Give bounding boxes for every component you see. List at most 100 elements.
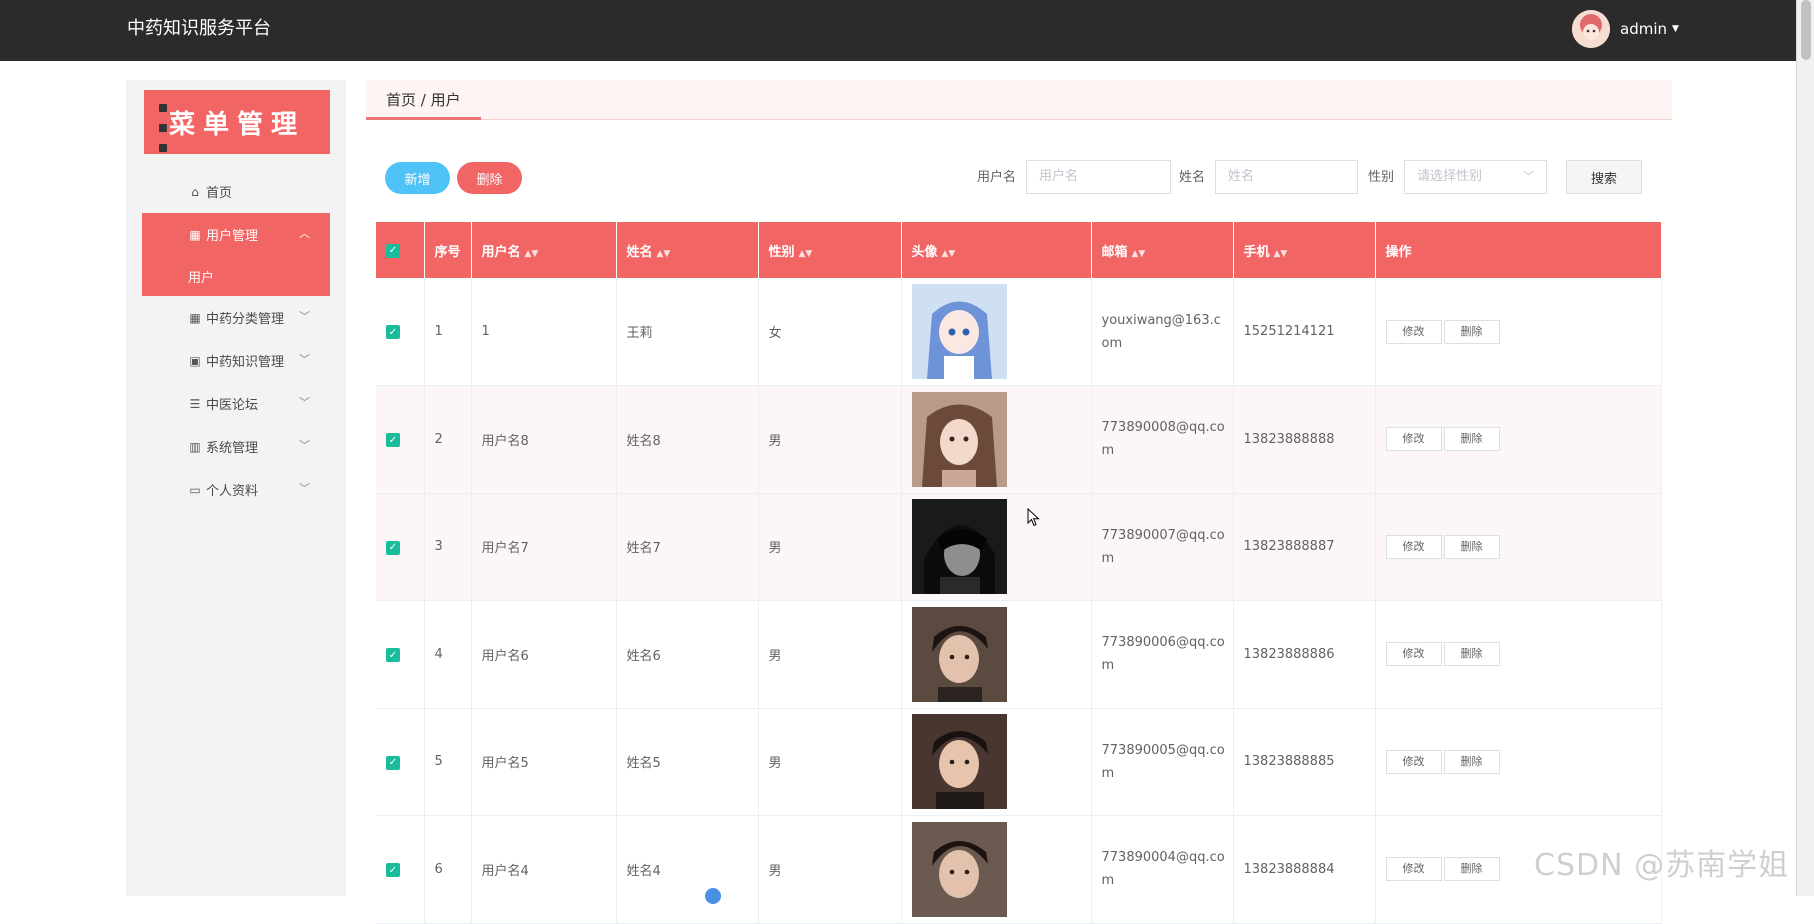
cell-gender: 男 xyxy=(758,600,902,709)
cell-email: 773890007@qq.com xyxy=(1091,493,1234,601)
row-delete-button[interactable]: 删除 xyxy=(1443,534,1500,559)
cell-name: 姓名5 xyxy=(616,708,759,816)
cell-gender: 男 xyxy=(758,815,902,924)
user-menu[interactable]: admin ▼ xyxy=(1572,9,1679,49)
col-phone[interactable]: 手机 ▲▼ xyxy=(1233,222,1376,278)
cell-email: 773890004@qq.com xyxy=(1091,815,1234,924)
sidebar-nav: ⌂ 首页 ▦ 用户管理 ︿ 用户 ▦ 中药分类管理 ﹀ ▣ 中药知识管理 ﹀ ☰… xyxy=(142,170,330,511)
cell-email: youxiwang@163.com xyxy=(1091,278,1234,386)
cell-phone: 15251214121 xyxy=(1233,278,1376,386)
breadcrumb[interactable]: 首页 / 用户 xyxy=(366,80,481,120)
cell-username: 用户名7 xyxy=(471,493,617,601)
menu-title: 菜单管理 xyxy=(144,90,330,154)
cell-phone: 13823888884 xyxy=(1233,815,1376,924)
col-no: 序号 xyxy=(424,222,472,278)
top-bar: 中药知识服务平台 admin ▼ xyxy=(0,0,1796,61)
cell-no: 6 xyxy=(424,815,472,924)
cell-name: 姓名8 xyxy=(616,385,759,494)
row-checkbox[interactable]: ✓ xyxy=(376,708,425,816)
sidebar-item-forum[interactable]: ☰ 中医论坛 ﹀ xyxy=(142,382,330,425)
row-checkbox[interactable]: ✓ xyxy=(376,278,425,386)
sidebar-item-profile[interactable]: ▭ 个人资料 ﹀ xyxy=(142,468,330,511)
row-delete-button[interactable]: 删除 xyxy=(1443,749,1500,774)
edit-button[interactable]: 修改 xyxy=(1385,749,1442,774)
cell-no: 3 xyxy=(424,493,472,601)
chevron-down-icon: ﹀ xyxy=(299,396,310,409)
edit-button[interactable]: 修改 xyxy=(1385,427,1442,452)
search-button[interactable]: 搜索 xyxy=(1566,160,1642,194)
name-filter-input[interactable]: 姓名 xyxy=(1215,160,1358,194)
add-button[interactable]: 新增 xyxy=(385,162,450,194)
sidebar-item-herb-category[interactable]: ▦ 中药分类管理 ﹀ xyxy=(142,296,330,339)
cell-actions: 修改 删除 xyxy=(1375,493,1662,601)
cell-avatar xyxy=(901,278,1092,386)
mouse-cursor-icon xyxy=(1027,507,1041,532)
table-header-row: ✓ 序号 用户名 ▲▼ 姓名 ▲▼ 性别 ▲▼ 头像 ▲▼ 邮箱 ▲▼ 手机 ▲▼ 操作 xyxy=(376,222,1662,278)
edit-button[interactable]: 修改 xyxy=(1385,642,1442,667)
cell-avatar xyxy=(901,385,1092,494)
cell-email: 773890006@qq.com xyxy=(1091,600,1234,709)
col-email[interactable]: 邮箱 ▲▼ xyxy=(1091,222,1234,278)
row-checkbox[interactable]: ✓ xyxy=(376,815,425,924)
sidebar-subitem-user[interactable]: 用户 xyxy=(142,256,330,296)
cell-no: 4 xyxy=(424,600,472,709)
avatar-image xyxy=(911,606,1007,702)
edit-button[interactable]: 修改 xyxy=(1385,857,1442,882)
sidebar-item-user-management[interactable]: ▦ 用户管理 ︿ xyxy=(142,213,330,256)
avatar-image xyxy=(911,499,1007,595)
username: admin xyxy=(1620,20,1667,38)
chevron-down-icon: ﹀ xyxy=(299,353,310,366)
image-icon: ▣ xyxy=(189,353,201,368)
name-filter-label: 姓名 xyxy=(1179,170,1206,185)
col-gender[interactable]: 性别 ▲▼ xyxy=(758,222,902,278)
cell-no: 1 xyxy=(424,278,472,386)
gender-filter-select[interactable]: 请选择性别 ﹀ xyxy=(1404,160,1547,194)
home-icon: ⌂ xyxy=(191,184,199,199)
col-username[interactable]: 用户名 ▲▼ xyxy=(471,222,617,278)
edit-button[interactable]: 修改 xyxy=(1385,534,1442,559)
sidebar: 菜单管理 ⌂ 首页 ▦ 用户管理 ︿ 用户 ▦ 中药分类管理 ﹀ ▣ 中药知识管… xyxy=(126,80,346,896)
cell-name: 王莉 xyxy=(616,278,759,386)
sidebar-item-system[interactable]: ▥ 系统管理 ﹀ xyxy=(142,425,330,468)
table-row: ✓ 4 用户名6 姓名6 男 773890006@qq.com 13823888… xyxy=(376,600,1662,709)
breadcrumb-bar: 首页 / 用户 xyxy=(366,80,1672,120)
notebook-rings xyxy=(159,104,167,152)
edit-button[interactable]: 修改 xyxy=(1385,319,1442,344)
sort-icon: ▲▼ xyxy=(1131,248,1146,259)
sidebar-item-home[interactable]: ⌂ 首页 xyxy=(142,170,330,213)
row-checkbox[interactable]: ✓ xyxy=(376,493,425,601)
cell-actions: 修改 删除 xyxy=(1375,385,1662,494)
table-row: ✓ 3 用户名7 姓名7 男 773890007@qq.com 13823888… xyxy=(376,493,1662,601)
col-name[interactable]: 姓名 ▲▼ xyxy=(616,222,759,278)
cell-gender: 男 xyxy=(758,385,902,494)
cell-username: 用户名5 xyxy=(471,708,617,816)
sort-icon: ▲▼ xyxy=(798,248,813,259)
cell-username: 用户名4 xyxy=(471,815,617,924)
cell-gender: 男 xyxy=(758,493,902,601)
select-all-checkbox[interactable]: ✓ xyxy=(376,222,425,278)
page-scrollbar[interactable] xyxy=(1796,0,1814,896)
avatar-image xyxy=(911,284,1007,379)
delete-button[interactable]: 删除 xyxy=(457,162,522,194)
card-icon: ▭ xyxy=(189,482,201,497)
username-filter-input[interactable]: 用户名 xyxy=(1026,160,1171,194)
row-delete-button[interactable]: 删除 xyxy=(1443,427,1500,452)
cell-username: 用户名8 xyxy=(471,385,617,494)
row-delete-button[interactable]: 删除 xyxy=(1443,857,1500,882)
row-delete-button[interactable]: 删除 xyxy=(1443,319,1500,344)
app-title: 中药知识服务平台 xyxy=(127,18,271,39)
grid-icon: ▦ xyxy=(189,310,201,325)
cell-avatar xyxy=(901,600,1092,709)
list-icon: ☰ xyxy=(189,396,201,411)
cell-actions: 修改 删除 xyxy=(1375,600,1662,709)
sidebar-item-herb-knowledge[interactable]: ▣ 中药知识管理 ﹀ xyxy=(142,339,330,382)
avatar-image xyxy=(911,821,1007,917)
table-row: ✓ 1 1 王莉 女 youxiwang@163.com 15251214121… xyxy=(376,278,1662,386)
row-checkbox[interactable]: ✓ xyxy=(376,600,425,709)
col-avatar[interactable]: 头像 ▲▼ xyxy=(901,222,1092,278)
row-checkbox[interactable]: ✓ xyxy=(376,385,425,494)
row-delete-button[interactable]: 删除 xyxy=(1443,642,1500,667)
cell-name: 姓名4 xyxy=(616,815,759,924)
cell-phone: 13823888885 xyxy=(1233,708,1376,816)
scroll-indicator-icon xyxy=(705,888,721,904)
